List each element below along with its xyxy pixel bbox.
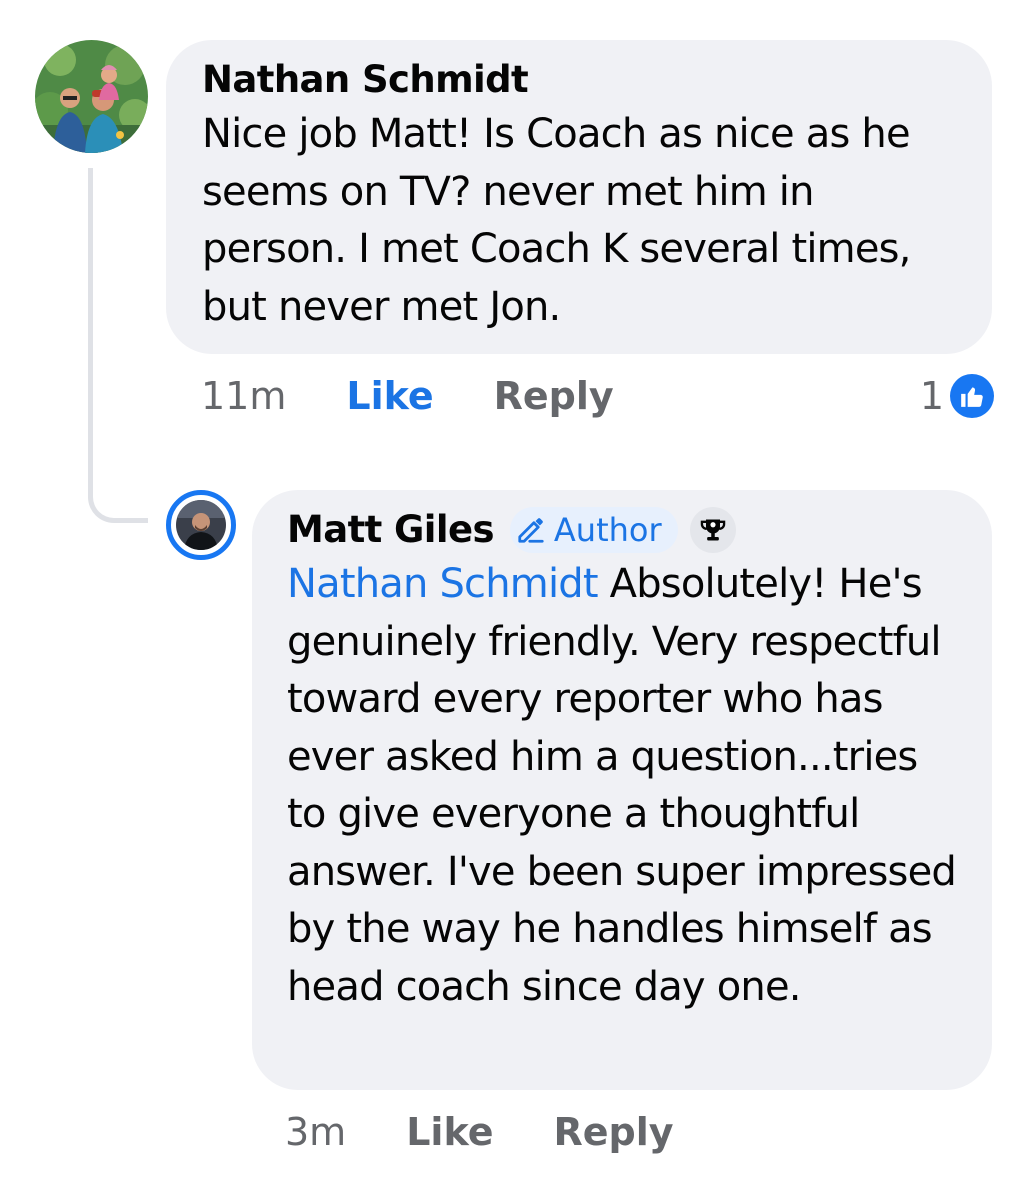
reply-body: Absolutely! He's genuinely friendly. Ver… <box>287 561 957 1010</box>
author-badge: Author <box>509 507 678 553</box>
like-button[interactable]: Like <box>346 374 433 418</box>
reaction-count: 1 <box>919 374 944 418</box>
pencil-icon <box>518 518 544 543</box>
reply-author-name[interactable]: Matt Giles <box>287 506 495 554</box>
reply-button[interactable]: Reply <box>553 1110 673 1154</box>
trophy-icon[interactable] <box>689 507 736 553</box>
thumbs-up-icon <box>950 374 994 418</box>
author-badge-label: Author <box>553 511 662 549</box>
reply-timestamp[interactable]: 3m <box>285 1110 346 1154</box>
mention-link[interactable]: Nathan Schmidt <box>287 561 599 607</box>
avatar-nathan-schmidt[interactable] <box>35 40 148 153</box>
comment-bubble: Nathan Schmidt Nice job Matt! Is Coach a… <box>166 40 992 354</box>
profile-photo <box>35 40 148 153</box>
like-button[interactable]: Like <box>406 1110 493 1154</box>
avatar-matt-giles[interactable] <box>166 490 236 560</box>
thread-connector-line <box>88 168 148 523</box>
comment-text: Nice job Matt! Is Coach as nice as he se… <box>202 111 911 330</box>
comment-actions: 11m Like Reply <box>201 371 614 421</box>
reply-button[interactable]: Reply <box>494 374 614 418</box>
comment-thread: Nathan Schmidt Nice job Matt! Is Coach a… <box>0 0 1027 1200</box>
profile-photo <box>176 500 226 550</box>
reply-actions: 3m Like Reply <box>285 1107 674 1157</box>
reply-bubble: Matt Giles Author Nathan Schmidt Absolut… <box>252 490 992 1090</box>
reaction-summary[interactable]: 1 <box>920 371 994 421</box>
comment-author-name[interactable]: Nathan Schmidt <box>202 56 958 104</box>
reply-text: Nathan Schmidt Absolutely! He's genuinel… <box>287 556 962 1016</box>
reply-header: Matt Giles Author <box>287 506 962 554</box>
comment-timestamp[interactable]: 11m <box>201 374 286 418</box>
